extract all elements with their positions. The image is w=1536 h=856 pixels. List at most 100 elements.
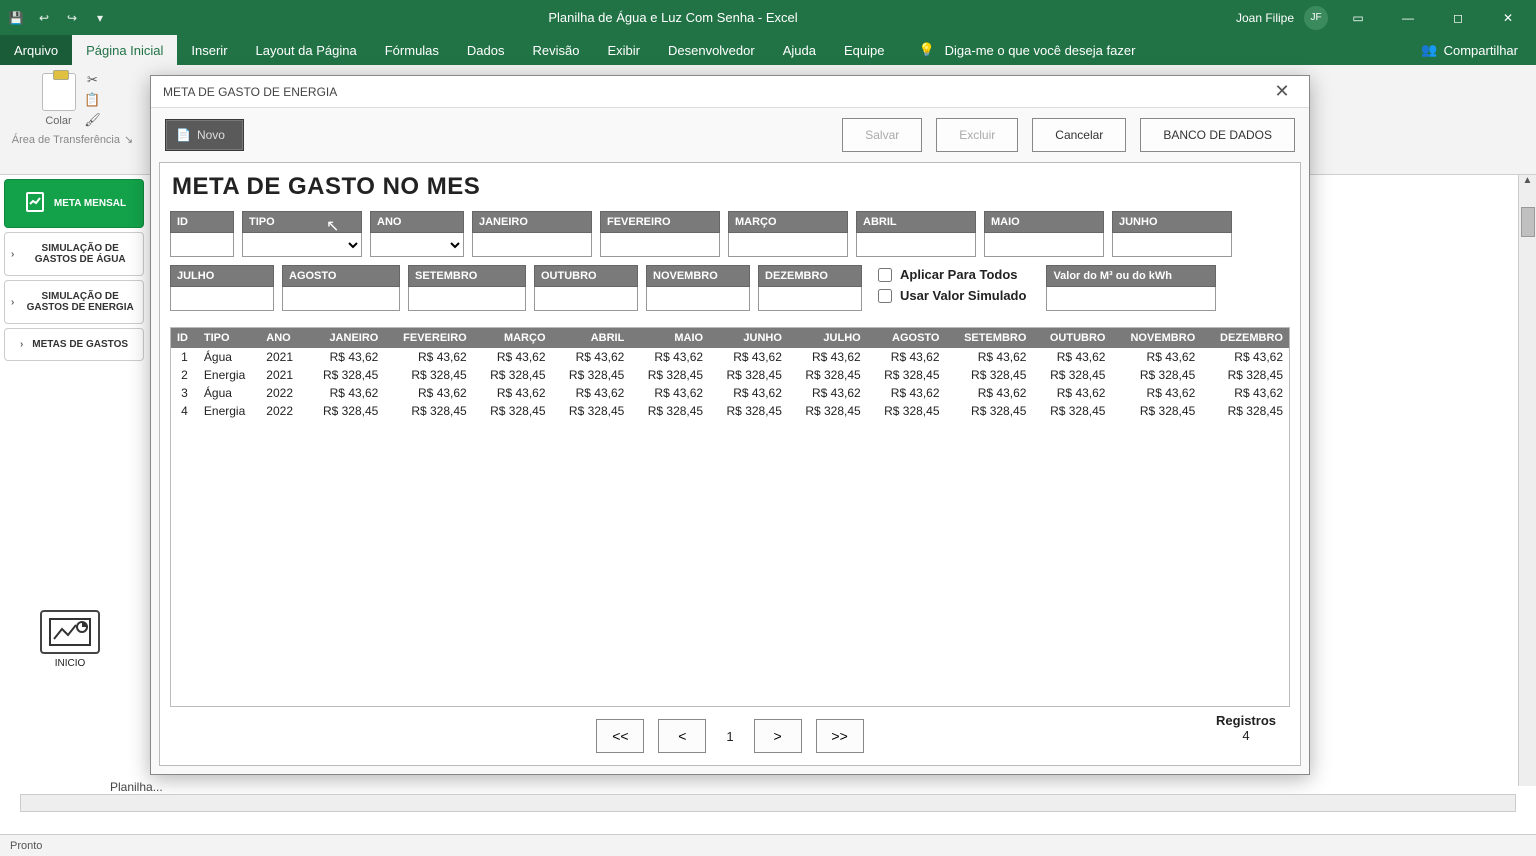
banco-button[interactable]: BANCO DE DADOS [1140, 118, 1295, 152]
field-label-abr: ABRIL [856, 211, 976, 233]
share-button[interactable]: 👥 Compartilhar [1421, 35, 1536, 65]
sidebar-item-sim-energia[interactable]: › SIMULAÇÃO DE GASTOS DE ENERGIA [4, 280, 144, 324]
table-row[interactable]: 1Água2021R$ 43,62R$ 43,62R$ 43,62R$ 43,6… [171, 348, 1289, 366]
tab-pagina-inicial[interactable]: Página Inicial [72, 35, 177, 65]
chevron-right-icon: › [11, 297, 14, 308]
copy-icon[interactable]: 📋 [82, 91, 104, 109]
tab-ajuda[interactable]: Ajuda [769, 35, 830, 65]
sidebar-item-metas[interactable]: › METAS DE GASTOS [4, 328, 144, 361]
format-painter-icon[interactable]: 🖌 [82, 111, 104, 129]
julho-field[interactable] [170, 287, 274, 311]
table-row[interactable]: 4Energia2022R$ 328,45R$ 328,45R$ 328,45R… [171, 402, 1289, 420]
tab-revisao[interactable]: Revisão [519, 35, 594, 65]
dialog-toolbar: 📄 Novo Salvar Excluir Cancelar BANCO DE … [151, 108, 1309, 162]
sidebar-item-sim-agua[interactable]: › SIMULAÇÃO DE GASTOS DE ÁGUA [4, 232, 144, 276]
sidebar-item-label: METAS DE GASTOS [32, 339, 128, 350]
novo-button[interactable]: 📄 Novo [165, 119, 244, 151]
table-row[interactable]: 3Água2022R$ 43,62R$ 43,62R$ 43,62R$ 43,6… [171, 384, 1289, 402]
close-window-icon[interactable]: ✕ [1488, 3, 1528, 33]
tab-dados[interactable]: Dados [453, 35, 519, 65]
table-cell: R$ 43,62 [384, 384, 472, 402]
fevereiro-field[interactable] [600, 233, 720, 257]
sheet-tabs[interactable]: Planilha... [110, 780, 163, 794]
tab-exibir[interactable]: Exibir [593, 35, 654, 65]
field-label-id: ID [170, 211, 234, 233]
minimize-icon[interactable]: — [1388, 3, 1428, 33]
col-header: MARÇO [473, 328, 552, 348]
new-icon: 📄 [176, 128, 191, 142]
clipboard-group-title: Área de Transferência ↘ [12, 133, 133, 146]
paste-button[interactable]: Colar [42, 73, 76, 127]
vertical-scrollbar[interactable]: ▲ [1518, 175, 1536, 786]
tipo-select[interactable] [242, 233, 362, 257]
user-avatar[interactable]: JF [1304, 6, 1328, 30]
cut-icon[interactable]: ✂ [82, 71, 104, 89]
table-cell: R$ 43,62 [709, 348, 788, 366]
aplicar-checkbox[interactable] [878, 268, 892, 282]
marco-field[interactable] [728, 233, 848, 257]
table-cell: R$ 328,45 [1111, 402, 1201, 420]
scroll-up-icon[interactable]: ▲ [1519, 175, 1536, 191]
table-cell: 2022 [260, 384, 305, 402]
sidebar-item-meta-mensal[interactable]: META MENSAL [4, 179, 144, 228]
salvar-button[interactable]: Salvar [842, 118, 922, 152]
valor-field[interactable] [1046, 287, 1216, 311]
tab-equipe[interactable]: Equipe [830, 35, 898, 65]
registros-count: 4 [1216, 728, 1276, 743]
table-cell: R$ 328,45 [306, 366, 385, 384]
scroll-thumb[interactable] [1521, 207, 1535, 237]
table-cell: R$ 43,62 [1032, 384, 1111, 402]
janeiro-field[interactable] [472, 233, 592, 257]
pager-last[interactable]: >> [816, 719, 864, 753]
junho-field[interactable] [1112, 233, 1232, 257]
usar-sim-checkbox[interactable] [878, 289, 892, 303]
tab-layout[interactable]: Layout da Página [242, 35, 371, 65]
inicio-button[interactable]: INICIO [40, 610, 100, 669]
col-header: ABRIL [552, 328, 631, 348]
undo-icon[interactable]: ↩ [34, 8, 54, 28]
id-field[interactable] [170, 233, 234, 257]
ano-select[interactable] [370, 233, 464, 257]
user-name[interactable]: Joan Filipe [1236, 11, 1294, 25]
tab-desenvolvedor[interactable]: Desenvolvedor [654, 35, 769, 65]
cancelar-button[interactable]: Cancelar [1032, 118, 1126, 152]
sheet-tab[interactable]: Planilha... [110, 780, 163, 794]
maximize-icon[interactable]: ◻ [1438, 3, 1478, 33]
table-cell: R$ 328,45 [552, 402, 631, 420]
pager-first[interactable]: << [596, 719, 644, 753]
col-header: JANEIRO [306, 328, 385, 348]
field-label-mar: MARÇO [728, 211, 848, 233]
table-cell: R$ 43,62 [867, 384, 946, 402]
ribbon-options-icon[interactable]: ▭ [1338, 3, 1378, 33]
tab-inserir[interactable]: Inserir [177, 35, 241, 65]
horizontal-scrollbar[interactable] [20, 794, 1516, 812]
table-cell: R$ 328,45 [946, 366, 1033, 384]
dialog-launcher-icon[interactable]: ↘ [124, 133, 133, 146]
save-icon[interactable]: 💾 [6, 8, 26, 28]
meta-dialog: META DE GASTO DE ENERGIA ✕ 📄 Novo Salvar… [150, 75, 1310, 775]
excluir-button[interactable]: Excluir [936, 118, 1018, 152]
agosto-field[interactable] [282, 287, 400, 311]
pager-next[interactable]: > [754, 719, 802, 753]
novembro-field[interactable] [646, 287, 750, 311]
field-label-ago: AGOSTO [282, 265, 400, 287]
abril-field[interactable] [856, 233, 976, 257]
field-label-dez: DEZEMBRO [758, 265, 862, 287]
dialog-titlebar[interactable]: META DE GASTO DE ENERGIA ✕ [151, 76, 1309, 108]
usar-sim-checkbox-row[interactable]: Usar Valor Simulado [878, 288, 1026, 303]
table-cell: R$ 328,45 [1201, 402, 1289, 420]
tell-me-search[interactable]: 💡 Diga-me o que você deseja fazer [918, 35, 1135, 65]
qat-customize-icon[interactable]: ▾ [90, 8, 110, 28]
dialog-body: META DE GASTO NO MES ID TIPO ANO JANEIRO… [159, 162, 1301, 766]
aplicar-checkbox-row[interactable]: Aplicar Para Todos [878, 267, 1026, 282]
maio-field[interactable] [984, 233, 1104, 257]
table-row[interactable]: 2Energia2021R$ 328,45R$ 328,45R$ 328,45R… [171, 366, 1289, 384]
redo-icon[interactable]: ↪ [62, 8, 82, 28]
dialog-close-icon[interactable]: ✕ [1267, 81, 1297, 102]
dezembro-field[interactable] [758, 287, 862, 311]
tab-arquivo[interactable]: Arquivo [0, 35, 72, 65]
tab-formulas[interactable]: Fórmulas [371, 35, 453, 65]
pager-prev[interactable]: < [658, 719, 706, 753]
setembro-field[interactable] [408, 287, 526, 311]
outubro-field[interactable] [534, 287, 638, 311]
